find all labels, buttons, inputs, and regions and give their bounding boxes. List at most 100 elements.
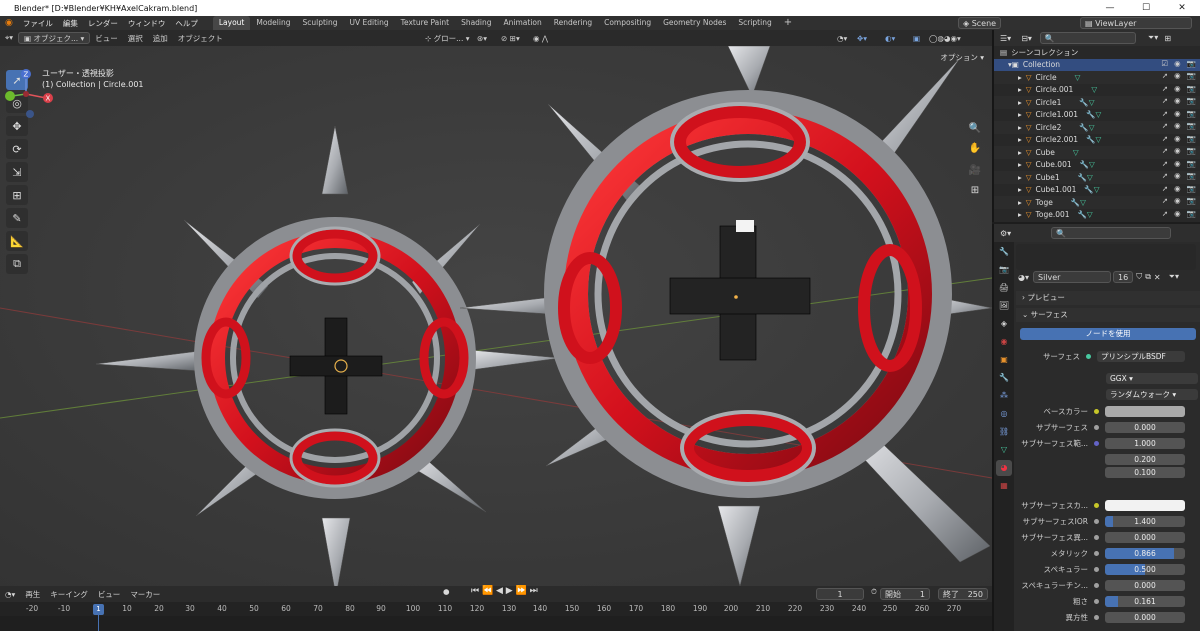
- tab-rendering[interactable]: Rendering: [548, 16, 598, 30]
- shader-input-field[interactable]: [1105, 499, 1185, 511]
- menu-object[interactable]: オブジェクト: [173, 33, 228, 44]
- timeline-editor-icon[interactable]: ◔▾: [0, 590, 20, 599]
- outliner-item[interactable]: ▸ ▽ Cube ▽ ➚ ◉ 📷: [994, 146, 1200, 159]
- tab-modeling[interactable]: Modeling: [250, 16, 296, 30]
- shader-input-field[interactable]: 0.866: [1105, 547, 1185, 559]
- view-layer-tab-icon[interactable]: 🖼: [996, 298, 1012, 314]
- eye-icon[interactable]: ◉: [1174, 146, 1181, 155]
- playback-controls-icon[interactable]: ⏮ ⏪ ◀ ▶ ⏩ ⏭: [466, 586, 543, 596]
- eye-icon[interactable]: ◉: [1174, 171, 1181, 180]
- overlay-icon[interactable]: ◐▾: [880, 34, 900, 43]
- output-tab-icon[interactable]: 🖨: [996, 280, 1012, 296]
- outliner-item[interactable]: ▸ ▽ Toge 🔧 ▽ ➚ ◉ 📷: [994, 196, 1200, 209]
- transform-orientation[interactable]: ⊹ グロー... ▾: [420, 33, 474, 44]
- record-icon[interactable]: ●: [438, 587, 455, 596]
- item-toggles[interactable]: ➚ ◉ 📷: [1162, 84, 1196, 93]
- shader-input-field[interactable]: 1.400: [1105, 515, 1185, 527]
- shader-input-field[interactable]: 0.161: [1105, 595, 1185, 607]
- select-arrow-icon[interactable]: ➚: [1162, 121, 1168, 130]
- rotate-tool-icon[interactable]: ⟳: [6, 139, 28, 159]
- expand-icon[interactable]: ▸: [1018, 198, 1022, 207]
- item-toggles[interactable]: ➚ ◉ 📷: [1162, 209, 1196, 218]
- tab-uv-editing[interactable]: UV Editing: [344, 16, 395, 30]
- tool-tab-icon[interactable]: 🔧: [996, 244, 1012, 260]
- scene-render[interactable]: [0, 46, 992, 586]
- end-frame-field[interactable]: 終了 250: [938, 588, 988, 600]
- maximize-button[interactable]: ☐: [1128, 0, 1164, 16]
- perspective-icon[interactable]: ⊞: [966, 182, 984, 200]
- close-button[interactable]: ✕: [1164, 0, 1200, 16]
- select-arrow-icon[interactable]: ➚: [1162, 134, 1168, 143]
- eye-icon[interactable]: ◉: [1174, 134, 1181, 143]
- tab-geometry-nodes[interactable]: Geometry Nodes: [657, 16, 732, 30]
- shader-socket-icon[interactable]: [1086, 353, 1091, 359]
- proportional-edit-icon[interactable]: ◉ ⋀: [528, 34, 553, 43]
- menu-keying[interactable]: キーイング: [45, 589, 93, 600]
- eye-icon[interactable]: ◉: [1174, 196, 1181, 205]
- add-workspace-icon[interactable]: +: [778, 16, 798, 30]
- outliner-item[interactable]: ▸ ▽ Circle ▽ ➚ ◉ 📷: [994, 71, 1200, 84]
- expand-icon[interactable]: ▸: [1018, 110, 1022, 119]
- outliner-item[interactable]: ▸ ▽ Circle1.001 🔧 ▽ ➚ ◉ 📷: [994, 109, 1200, 122]
- camera-render-icon[interactable]: 📷: [1187, 209, 1196, 218]
- properties-editor-icon[interactable]: ⚙▾: [1000, 229, 1011, 238]
- select-arrow-icon[interactable]: ➚: [1162, 109, 1168, 118]
- 3d-viewport[interactable]: ユーザー・透視投影 (1) Collection | Circle.001 ➚ …: [0, 46, 992, 586]
- tab-shading[interactable]: Shading: [455, 16, 497, 30]
- eye-icon[interactable]: ◉: [1174, 121, 1181, 130]
- checkbox-icon[interactable]: ☑: [1161, 59, 1168, 68]
- select-arrow-icon[interactable]: ➚: [1162, 159, 1168, 168]
- shader-input-field[interactable]: [1105, 405, 1185, 417]
- select-arrow-icon[interactable]: ➚: [1162, 196, 1168, 205]
- select-arrow-icon[interactable]: ➚: [1162, 84, 1168, 93]
- tab-texture-paint[interactable]: Texture Paint: [395, 16, 455, 30]
- menu-file[interactable]: ファイル: [18, 18, 58, 29]
- timeline-track-area[interactable]: [0, 616, 992, 631]
- measure-tool-icon[interactable]: 📐: [6, 231, 28, 251]
- expand-icon[interactable]: ▸: [1018, 173, 1022, 182]
- blender-logo-icon[interactable]: ◉: [0, 18, 18, 28]
- menu-edit[interactable]: 編集: [58, 18, 83, 29]
- shader-input-field[interactable]: 0.100: [1105, 466, 1185, 478]
- modifier-tab-icon[interactable]: 🔧: [996, 370, 1012, 386]
- distribution-dropdown[interactable]: GGX ▾: [1106, 372, 1198, 384]
- menu-timeline-view[interactable]: ビュー: [93, 589, 126, 600]
- mode-dropdown[interactable]: ▣ オブジェク... ▾: [18, 32, 91, 44]
- expand-icon[interactable]: ▸: [1018, 135, 1022, 144]
- expand-icon[interactable]: ▸: [1018, 148, 1022, 157]
- menu-window[interactable]: ウィンドウ: [123, 18, 171, 29]
- timeline-ruler[interactable]: -20 -10 10 20 30 40 50 60 70 80 90 100 1…: [0, 602, 992, 616]
- socket-icon[interactable]: [1094, 518, 1099, 524]
- menu-render[interactable]: レンダー: [83, 18, 123, 29]
- select-arrow-icon[interactable]: ➚: [1162, 71, 1168, 80]
- item-toggles[interactable]: ➚ ◉ 📷: [1162, 196, 1196, 205]
- data-tab-icon[interactable]: ▽: [996, 442, 1012, 458]
- add-cube-tool-icon[interactable]: ⧉: [6, 254, 28, 274]
- socket-icon[interactable]: [1094, 534, 1099, 540]
- surface-shader-field[interactable]: プリンシプルBSDF: [1097, 350, 1185, 362]
- outliner-item[interactable]: ▸ ▽ Circle2 🔧 ▽ ➚ ◉ 📷: [994, 121, 1200, 134]
- expand-icon[interactable]: ▸: [1018, 98, 1022, 107]
- camera-render-icon[interactable]: 📷: [1187, 84, 1196, 93]
- view-layer-selector[interactable]: ▤ ViewLayer: [1080, 17, 1192, 29]
- fake-user-icon[interactable]: ⛉: [1136, 272, 1142, 282]
- item-toggles[interactable]: ➚ ◉ 📷: [1162, 71, 1196, 80]
- menu-select[interactable]: 選択: [123, 33, 148, 44]
- camera-render-icon[interactable]: 📷: [1187, 171, 1196, 180]
- camera-render-icon[interactable]: 📷: [1187, 196, 1196, 205]
- item-toggles[interactable]: ➚ ◉ 📷: [1162, 159, 1196, 168]
- render-tab-icon[interactable]: 📷: [996, 262, 1012, 278]
- outliner-root[interactable]: ▤ シーンコレクション: [994, 46, 1200, 59]
- menu-add[interactable]: 追加: [148, 33, 173, 44]
- item-toggles[interactable]: ➚ ◉ 📷: [1162, 171, 1196, 180]
- xray-icon[interactable]: ▣: [908, 34, 925, 43]
- start-frame-field[interactable]: 開始 1: [880, 588, 930, 600]
- minimize-button[interactable]: —: [1092, 0, 1128, 16]
- socket-icon[interactable]: [1094, 598, 1099, 604]
- object-tab-icon[interactable]: ▣: [996, 352, 1012, 368]
- eye-icon[interactable]: ◉: [1174, 184, 1181, 193]
- socket-icon[interactable]: [1094, 566, 1099, 572]
- transform-tool-icon[interactable]: ⊞: [6, 185, 28, 205]
- socket-icon[interactable]: [1094, 424, 1099, 430]
- eye-icon[interactable]: ◉: [1174, 84, 1181, 93]
